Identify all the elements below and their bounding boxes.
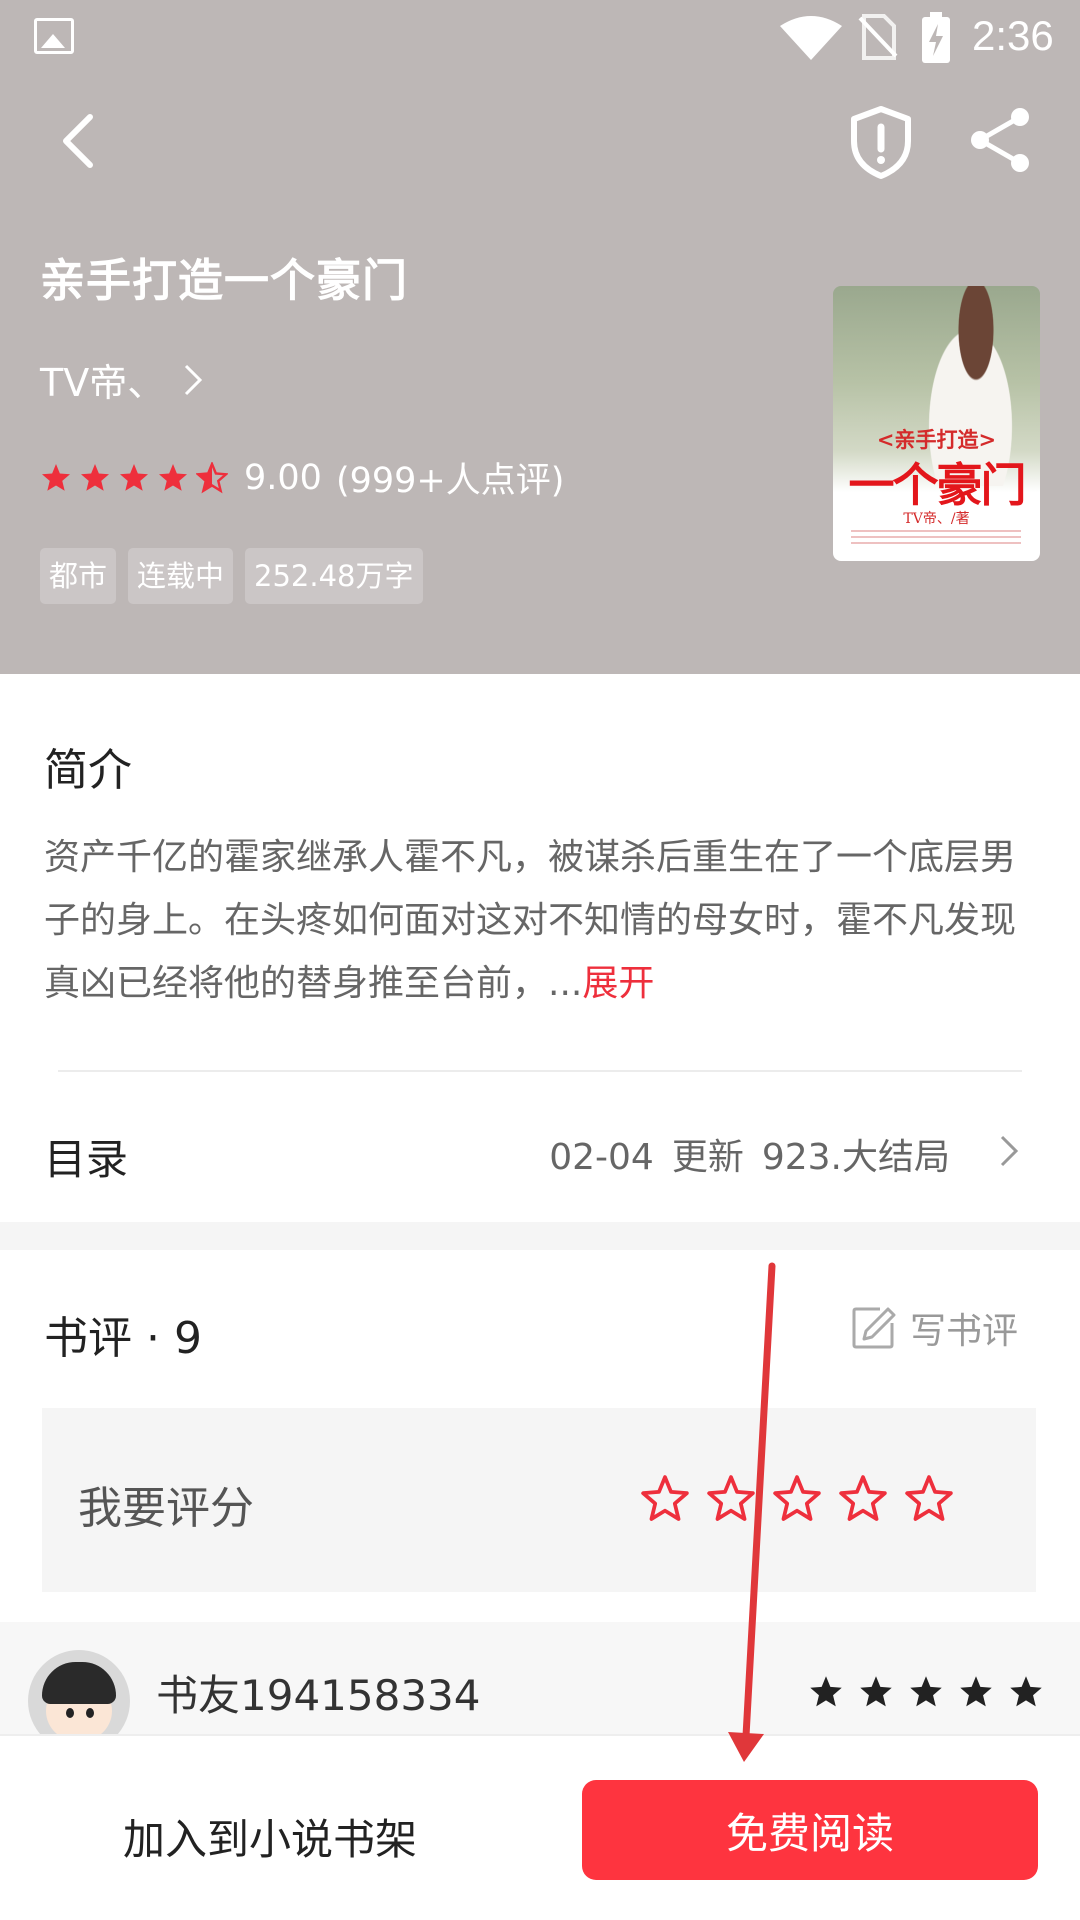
- image-notification-icon: [34, 18, 74, 54]
- author-link[interactable]: TV帝、: [40, 352, 205, 407]
- status-time: 2:36: [972, 12, 1054, 59]
- star-icon: [81, 463, 109, 491]
- table-of-contents-row[interactable]: 目录 02-04 更新 923.大结局: [0, 1072, 1080, 1222]
- author-name: TV帝、: [40, 361, 166, 405]
- toc-update-label: 更新: [671, 1137, 744, 1178]
- section-separator: [0, 1222, 1080, 1250]
- star-outline-icon[interactable]: [706, 1474, 756, 1524]
- star-outline-icon[interactable]: [838, 1474, 888, 1524]
- intro-body: 资产千亿的霍家继承人霍不凡，被谋杀后重生在了一个底层男子的身上。在头疼如何面对这…: [44, 837, 1017, 1004]
- star-outline-icon[interactable]: [640, 1474, 690, 1524]
- cover-decoration: [851, 530, 1021, 544]
- star-half-icon: [196, 461, 228, 493]
- toc-label: 目录: [44, 1135, 129, 1184]
- star-outline-icon[interactable]: [772, 1474, 822, 1524]
- bottom-action-bar: 加入到小说书架 免费阅读: [0, 1734, 1080, 1920]
- battery-charging-icon: [922, 12, 950, 63]
- chevron-right-icon: [185, 364, 203, 395]
- intro-heading: 简介: [44, 745, 132, 796]
- intro-text: 资产千亿的霍家继承人霍不凡，被谋杀后重生在了一个底层男子的身上。在头疼如何面对这…: [44, 826, 1034, 1015]
- book-title: 亲手打造一个豪门: [40, 254, 409, 307]
- star-icon: [42, 463, 70, 491]
- star-icon: [159, 463, 187, 491]
- toc-date: 02-04: [549, 1137, 654, 1178]
- cover-author: TV帝、/著: [903, 511, 970, 527]
- star-icon: [910, 1676, 942, 1707]
- no-sim-icon: [858, 14, 898, 60]
- tag-word-count: 252.48万字: [245, 548, 423, 604]
- book-cover: <亲手打造> 一个豪门 TV帝、/著: [833, 286, 1040, 561]
- star-icon: [960, 1676, 992, 1707]
- back-button[interactable]: [50, 105, 120, 175]
- star-icon: [120, 463, 148, 491]
- toc-latest-chapter: 923.大结局: [761, 1137, 950, 1178]
- rate-stars: [640, 1474, 954, 1524]
- avatar-eye: [86, 1708, 94, 1718]
- avatar-hair: [42, 1662, 116, 1704]
- reviews-heading: 书评 · 9: [44, 1313, 202, 1364]
- book-header: 2:36 亲手打造一个豪门 TV帝、 9.00 (999+人点评) 都市 连载中…: [0, 0, 1080, 674]
- rating-stars: [40, 461, 228, 494]
- status-bar: 2:36: [0, 0, 1080, 75]
- cover-title-main: 一个豪门: [848, 458, 1027, 512]
- expand-link[interactable]: 展开: [582, 963, 654, 1004]
- review-stars: [808, 1674, 1044, 1710]
- review-count: (999+人点评): [335, 461, 565, 501]
- avatar-eye: [66, 1708, 74, 1718]
- my-rating-panel: 我要评分: [42, 1408, 1036, 1592]
- book-tags: 都市 连载中 252.48万字: [40, 548, 423, 604]
- tag-status: 连载中: [128, 548, 234, 604]
- my-rating-label: 我要评分: [78, 1483, 254, 1534]
- share-icon: [971, 108, 1029, 172]
- chevron-right-icon: [1000, 1135, 1019, 1167]
- review-item[interactable]: 书友194158334: [0, 1622, 1080, 1752]
- tag-genre[interactable]: 都市: [40, 548, 117, 604]
- chevron-left-icon: [63, 114, 93, 168]
- edit-icon: [852, 1307, 896, 1349]
- wifi-icon: [780, 16, 842, 60]
- star-outline-icon[interactable]: [904, 1474, 954, 1524]
- write-review-label: 写书评: [910, 1311, 1019, 1352]
- rating-score: 9.00: [244, 457, 322, 498]
- star-icon: [810, 1676, 842, 1707]
- add-to-bookshelf-button[interactable]: 加入到小说书架: [80, 1806, 460, 1867]
- reviewer-name: 书友194158334: [156, 1671, 481, 1720]
- toc-latest: 02-04 更新 923.大结局: [531, 1128, 950, 1180]
- shield-alert-icon: [851, 106, 911, 179]
- report-button[interactable]: [846, 105, 916, 180]
- free-read-button[interactable]: 免费阅读: [582, 1780, 1038, 1880]
- share-button[interactable]: [966, 105, 1036, 175]
- star-icon: [860, 1676, 892, 1707]
- write-review-button[interactable]: 写书评: [850, 1302, 1018, 1354]
- star-icon: [1010, 1676, 1042, 1707]
- rating-row: 9.00 (999+人点评): [40, 452, 564, 503]
